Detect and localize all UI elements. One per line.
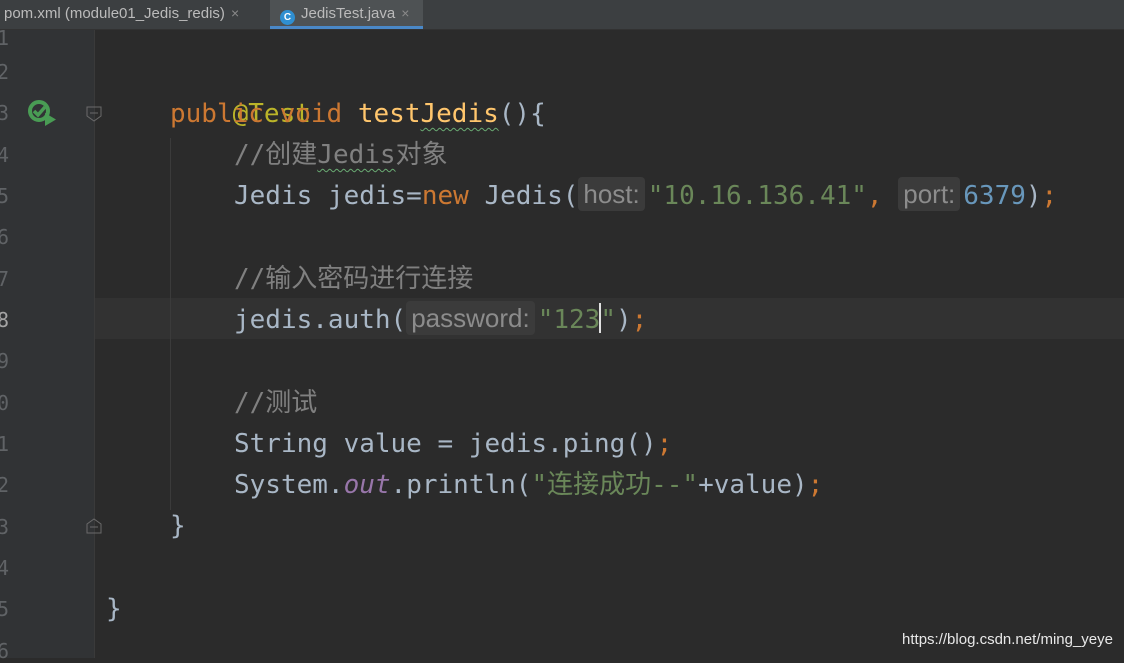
punctuation: ) [1025,181,1042,211]
comment: //输入密码进行连接 [234,264,474,294]
punctuation: ) [615,305,632,335]
active-tab-indicator [270,26,424,29]
punctuation: (){ [498,99,546,129]
method-name-part: test [357,99,421,129]
line-number: 2 [0,60,10,84]
method-name: testJedis [358,99,499,129]
comment: //创建 [234,140,318,170]
number-literal: 6379 [963,181,1026,211]
close-icon[interactable]: × [401,5,409,21]
tab-pom-xml[interactable]: pom.xml (module01_Jedis_redis) × [4,0,239,29]
line-number: 6 [0,225,10,249]
line-number: 4 [0,143,10,167]
keyword: public [170,99,264,129]
tab-label: JedisTest.java [301,5,396,22]
java-class-icon: C [280,10,295,25]
parameter-hint: password: [406,301,535,335]
code-text: +value) [698,470,808,500]
punctuation: , [866,181,883,211]
line-number-current: 8 [0,308,10,332]
code-line: //输入密码进行连接 [234,259,473,300]
code-line: @Test [170,53,311,129]
line-number: 2 [0,473,10,497]
watermark: https://blog.csdn.net/ming_yeye [902,631,1113,648]
string-literal: " [600,305,616,335]
code-text: String value = jedis.ping() [234,429,657,459]
code-text: Jedis jedis= [234,181,422,211]
closing-brace: } [106,594,122,624]
code-line: //创建Jedis对象 [234,135,448,176]
run-test-icon[interactable] [28,100,58,126]
keyword: void [279,99,343,129]
closing-brace: } [170,511,186,541]
keyword: new [421,181,469,211]
tab-label: pom.xml (module01_Jedis_redis) [4,5,225,22]
line-number: 5 [0,597,10,621]
indent-guide [170,138,171,510]
code-line: String value = jedis.ping(); [234,424,672,465]
comment: Jedis [317,140,396,170]
code-text: Jedis( [468,181,579,211]
code-line: Jedis jedis=new Jedis(host: "10.16.136.41… [234,176,1057,217]
comment: //测试 [234,388,318,418]
line-number: 5 [0,184,10,208]
comment: 对象 [395,140,448,170]
line-number: 1 [0,432,10,456]
code-text: .println( [390,470,532,500]
string-literal: "123 [537,305,601,335]
line-number: 0 [0,391,10,415]
line-number: 3 [0,515,10,539]
punctuation: ; [656,429,673,459]
line-number: 6 [0,639,10,663]
string-literal: "10.16.136.41" [647,181,867,211]
line-number: 7 [0,267,10,291]
line-number: 1 [0,26,10,50]
line-number: 9 [0,349,10,373]
editor-tab-bar: pom.xml (module01_Jedis_redis) × C JedisTe… [0,0,1124,30]
code-line: System.out.println("连接成功--"+value); [234,465,823,506]
parameter-hint: host: [578,177,645,211]
line-number: 3 [0,101,10,125]
method-name-part: Jedis [420,99,499,129]
fold-icon[interactable] [86,106,102,122]
parameter-hint: port: [898,177,961,211]
code-line-current: jedis.auth(password: "123"); [234,300,647,341]
punctuation: ; [631,305,648,335]
string-literal: "连接成功--" [531,470,699,500]
fold-icon[interactable] [86,518,102,534]
code-line: } [170,506,186,547]
close-icon[interactable]: × [231,5,239,21]
code-line: //测试 [234,383,317,424]
punctuation: ; [1041,181,1058,211]
code-text: System. [234,470,344,500]
code-text: jedis.auth( [234,305,407,335]
code-line: } [106,589,122,630]
line-number: 4 [0,556,10,580]
static-field: out [343,470,391,500]
punctuation: ; [807,470,824,500]
code-line: public void testJedis(){ [170,94,546,135]
tab-jedistest-java[interactable]: C JedisTest.java × [270,0,424,29]
